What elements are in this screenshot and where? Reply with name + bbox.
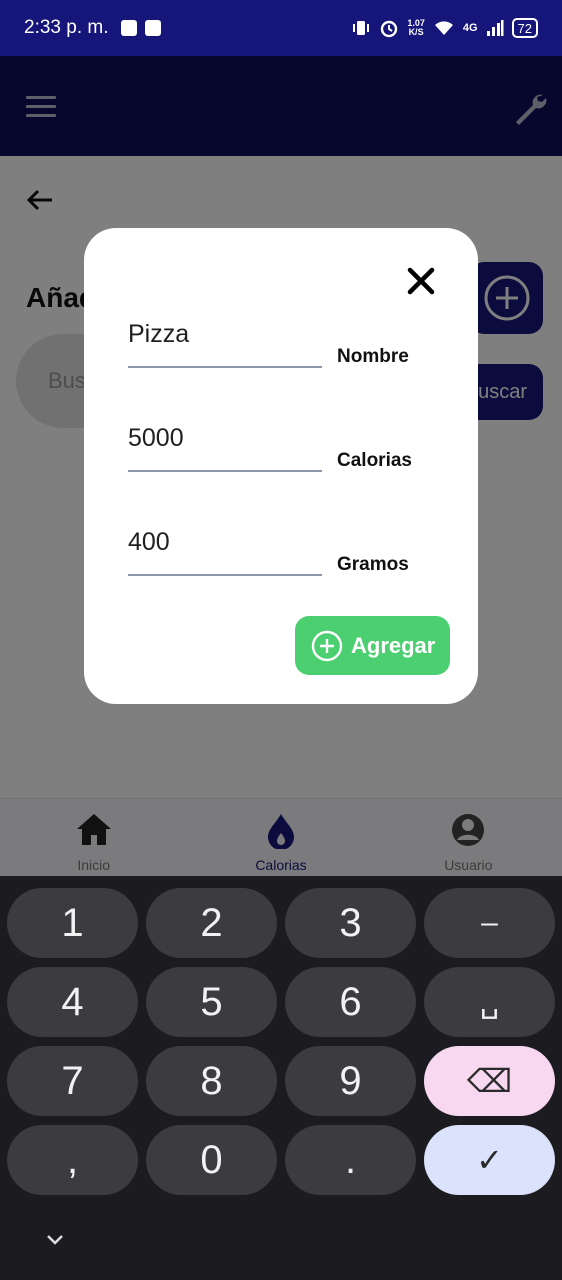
- key-0[interactable]: 0: [146, 1125, 277, 1195]
- status-bar: 2:33 p. m. 1.07 K/S 4G 72: [0, 0, 562, 56]
- vibrate-icon: [353, 21, 370, 35]
- add-button[interactable]: Agregar: [295, 616, 450, 675]
- key-4[interactable]: 4: [7, 967, 138, 1037]
- notification-icon: [120, 20, 137, 36]
- key-5[interactable]: 5: [146, 967, 277, 1037]
- signal-icon: [486, 20, 504, 36]
- key-backspace[interactable]: ⌫: [424, 1046, 555, 1116]
- key-minus[interactable]: –: [424, 888, 555, 958]
- key-1[interactable]: 1: [7, 888, 138, 958]
- calories-label: Calorias: [337, 450, 412, 471]
- collapse-keyboard-icon[interactable]: [40, 1228, 70, 1252]
- calories-field[interactable]: 5000: [128, 424, 322, 472]
- grams-field[interactable]: 400: [128, 528, 322, 576]
- add-food-dialog: Pizza Nombre 5000 Calorias 400 Gramos Ag…: [84, 228, 478, 704]
- key-7[interactable]: 7: [7, 1046, 138, 1116]
- alarm-icon: [381, 20, 398, 38]
- key-3[interactable]: 3: [285, 888, 416, 958]
- add-button-label: Agregar: [351, 632, 436, 658]
- close-icon[interactable]: [404, 264, 438, 298]
- numeric-keyboard: 1 2 3 – 4 5 6 ␣ 7 8 9 ⌫ , 0 . ✓: [0, 876, 562, 1280]
- network-speed: 1.07 K/S: [407, 18, 425, 37]
- key-6[interactable]: 6: [285, 967, 416, 1037]
- key-comma[interactable]: ,: [7, 1125, 138, 1195]
- key-space[interactable]: ␣: [424, 967, 555, 1037]
- network-type: 4G: [462, 22, 478, 34]
- name-label: Nombre: [337, 346, 409, 367]
- add-circle-icon: [311, 630, 343, 661]
- name-field[interactable]: Pizza: [128, 320, 322, 368]
- notification-icon: [144, 20, 161, 36]
- key-done[interactable]: ✓: [424, 1125, 555, 1195]
- key-9[interactable]: 9: [285, 1046, 416, 1116]
- battery-icon: 72: [511, 18, 538, 38]
- status-indicators: 1.07 K/S 4G 72: [351, 18, 538, 38]
- key-period[interactable]: .: [285, 1125, 416, 1195]
- grams-label: Gramos: [337, 554, 409, 575]
- status-time: 2:33 p. m.: [24, 17, 109, 38]
- wifi-icon: [434, 21, 453, 35]
- key-8[interactable]: 8: [146, 1046, 277, 1116]
- key-2[interactable]: 2: [146, 888, 277, 958]
